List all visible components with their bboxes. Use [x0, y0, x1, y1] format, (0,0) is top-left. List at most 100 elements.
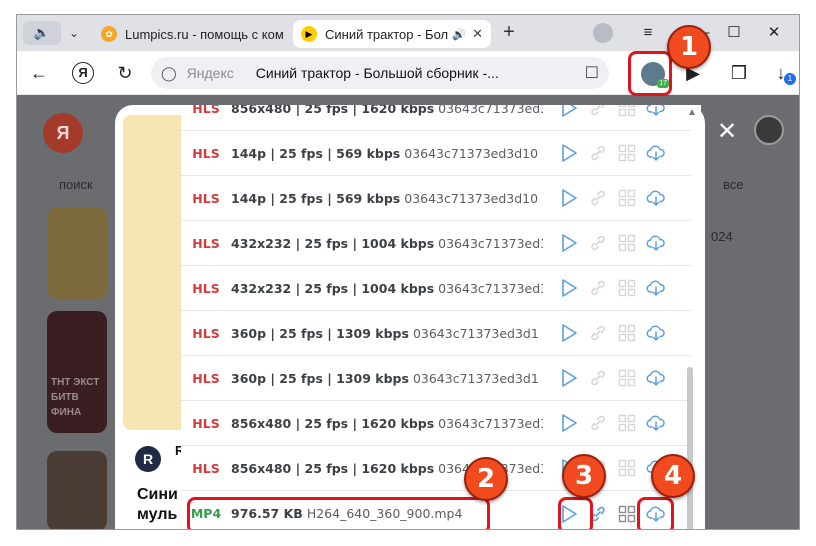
play-icon[interactable] [555, 277, 582, 299]
all-tab-label: все [723, 177, 744, 192]
play-icon[interactable] [555, 142, 582, 164]
hls-stream-row: HLS 360p | 25 fps | 1309 kbps 03643c71373e… [181, 311, 691, 356]
tab-video-active[interactable]: ▶ Синий трактор - Большой сборник 🔊 ✕ [293, 20, 491, 48]
address-bar[interactable]: ◯ Яндекс Синий трактор - Большой сборник… [151, 57, 609, 89]
yandex-home-icon[interactable]: Я [72, 62, 94, 84]
qr-code-icon[interactable] [613, 187, 640, 209]
video-title: Сини муль [137, 486, 178, 523]
qr-code-icon[interactable] [613, 457, 640, 479]
hls-stream-row: HLS 144p | 25 fps | 569 kbps 03643c71373ed… [181, 176, 691, 221]
tab-title: Синий трактор - Большой сборник [325, 26, 449, 42]
tab-sound-button[interactable]: 🔈 [23, 21, 61, 45]
copy-link-icon[interactable] [584, 232, 611, 254]
cloud-download-icon[interactable] [642, 322, 669, 344]
cloud-download-icon[interactable] [642, 367, 669, 389]
downloads-icon[interactable]: ↓ 1 [769, 61, 796, 85]
collections-icon[interactable]: ❒ [727, 61, 751, 85]
maximize-button[interactable]: ☐ [720, 21, 748, 45]
popup-scrollbar[interactable] [687, 367, 693, 529]
video-thumbnail[interactable]: ТНТ ЭКСТ БИТВ ФИНА [47, 311, 107, 433]
qr-code-icon[interactable] [613, 503, 640, 525]
play-icon[interactable] [555, 232, 582, 254]
cloud-download-icon[interactable] [642, 277, 669, 299]
qr-code-icon[interactable] [613, 142, 640, 164]
play-icon[interactable] [555, 412, 582, 434]
thumbnail-caption: ТНТ ЭКСТ БИТВ ФИНА [51, 377, 100, 418]
stream-type-label: HLS [192, 235, 220, 251]
qr-code-icon[interactable] [613, 232, 640, 254]
copy-link-icon[interactable] [584, 187, 611, 209]
play-icon[interactable] [555, 105, 582, 119]
shield-icon: ◯ [161, 64, 177, 81]
close-overlay-icon[interactable]: ✕ [717, 117, 737, 146]
stream-id: 03643c71373ed3d [438, 280, 543, 296]
stream-type-label: HLS [192, 190, 220, 206]
highlight-extension-button [628, 51, 672, 96]
stream-actions [555, 277, 671, 299]
bookmark-icon[interactable]: ☐ [585, 63, 599, 83]
stream-info: 856x480 | 25 fps | 1620 kbps03643c71373e… [231, 105, 543, 116]
stream-quality: 856x480 | 25 fps | 1620 kbps [231, 105, 435, 116]
cloud-download-icon[interactable] [642, 187, 669, 209]
cloud-download-icon[interactable] [642, 232, 669, 254]
video-thumbnail[interactable] [47, 207, 107, 299]
lumpics-favicon-icon: ✿ [101, 26, 117, 42]
hls-stream-row: HLS856x480 | 25 fps | 1620 kbps03643c713… [181, 105, 691, 131]
new-tab-button[interactable]: + [497, 21, 521, 45]
tab-audio-icon[interactable]: 🔊 [452, 28, 466, 41]
stream-info: 856x480 | 25 fps | 1620 kbps03643c71373e… [231, 416, 543, 431]
close-window-button[interactable]: ✕ [760, 21, 788, 45]
stream-id: 03643c71373ed3d [438, 235, 543, 251]
copy-link-icon[interactable] [584, 277, 611, 299]
date-fragment: 024 [711, 229, 733, 244]
stream-info: 144p | 25 fps | 569 kbps 03643c71373ed3d1… [231, 146, 543, 161]
qr-code-icon[interactable] [613, 322, 640, 344]
hls-stream-row: HLS856x480 | 25 fps | 1620 kbps03643c713… [181, 446, 691, 491]
user-avatar[interactable] [754, 115, 784, 145]
stream-type-label: HLS [192, 460, 220, 476]
copy-link-icon[interactable] [584, 105, 611, 119]
play-icon[interactable] [555, 322, 582, 344]
copy-link-icon[interactable] [584, 142, 611, 164]
play-icon[interactable] [555, 367, 582, 389]
stream-id: 03643c71373ed3d10 [404, 190, 539, 206]
reload-icon[interactable]: ↻ [113, 61, 137, 85]
downloads-count-badge: 1 [784, 73, 796, 85]
profile-avatar[interactable] [593, 23, 613, 43]
copy-link-icon[interactable] [584, 322, 611, 344]
qr-code-icon[interactable] [613, 367, 640, 389]
chevron-down-icon: ⌄ [68, 26, 80, 40]
tab-lumpics[interactable]: ✿ Lumpics.ru - помощь с компьютером [93, 20, 291, 48]
copy-link-icon[interactable] [584, 367, 611, 389]
channel-logo[interactable]: R [135, 446, 161, 472]
stream-id: 03643c71373ed3d1 [438, 105, 543, 116]
search-tab-label: поиск [59, 177, 93, 192]
qr-code-icon[interactable] [613, 277, 640, 299]
play-icon[interactable] [555, 187, 582, 209]
stream-quality: 144p | 25 fps | 569 kbps [231, 190, 401, 206]
stream-id: 03643c71373ed3d [438, 415, 543, 431]
scroll-up-arrow-icon[interactable]: ▲ [687, 107, 697, 118]
stream-type-label: HLS [192, 280, 220, 296]
menu-button[interactable]: ≡ [634, 21, 662, 45]
back-arrow-icon[interactable]: ← [27, 61, 51, 85]
tabs-dropdown-button[interactable]: ⌄ [61, 21, 87, 45]
cloud-download-icon[interactable] [642, 412, 669, 434]
stream-type-label: HLS [192, 325, 220, 341]
cloud-download-icon[interactable] [642, 105, 669, 119]
step-marker-2: 2 [464, 457, 508, 501]
stream-info: 144p | 25 fps | 569 kbps 03643c71373ed3d1… [231, 191, 543, 206]
stream-info: 360p | 25 fps | 1309 kbps 03643c71373ed3d… [231, 371, 543, 386]
stream-info: 432x232 | 25 fps | 1004 kbps 03643c71373e… [231, 281, 543, 296]
tab-close-icon[interactable]: ✕ [472, 26, 483, 42]
copy-link-icon[interactable] [584, 412, 611, 434]
stream-info: 360p | 25 fps | 1309 kbps 03643c71373ed3d… [231, 326, 543, 341]
stream-actions [555, 187, 671, 209]
qr-code-icon[interactable] [613, 412, 640, 434]
video-thumbnail[interactable] [47, 451, 107, 529]
qr-code-icon[interactable] [613, 105, 640, 119]
highlight-play-button [558, 497, 593, 529]
stream-type-label: HLS [192, 145, 220, 161]
yandex-logo: Я [43, 113, 83, 153]
cloud-download-icon[interactable] [642, 142, 669, 164]
